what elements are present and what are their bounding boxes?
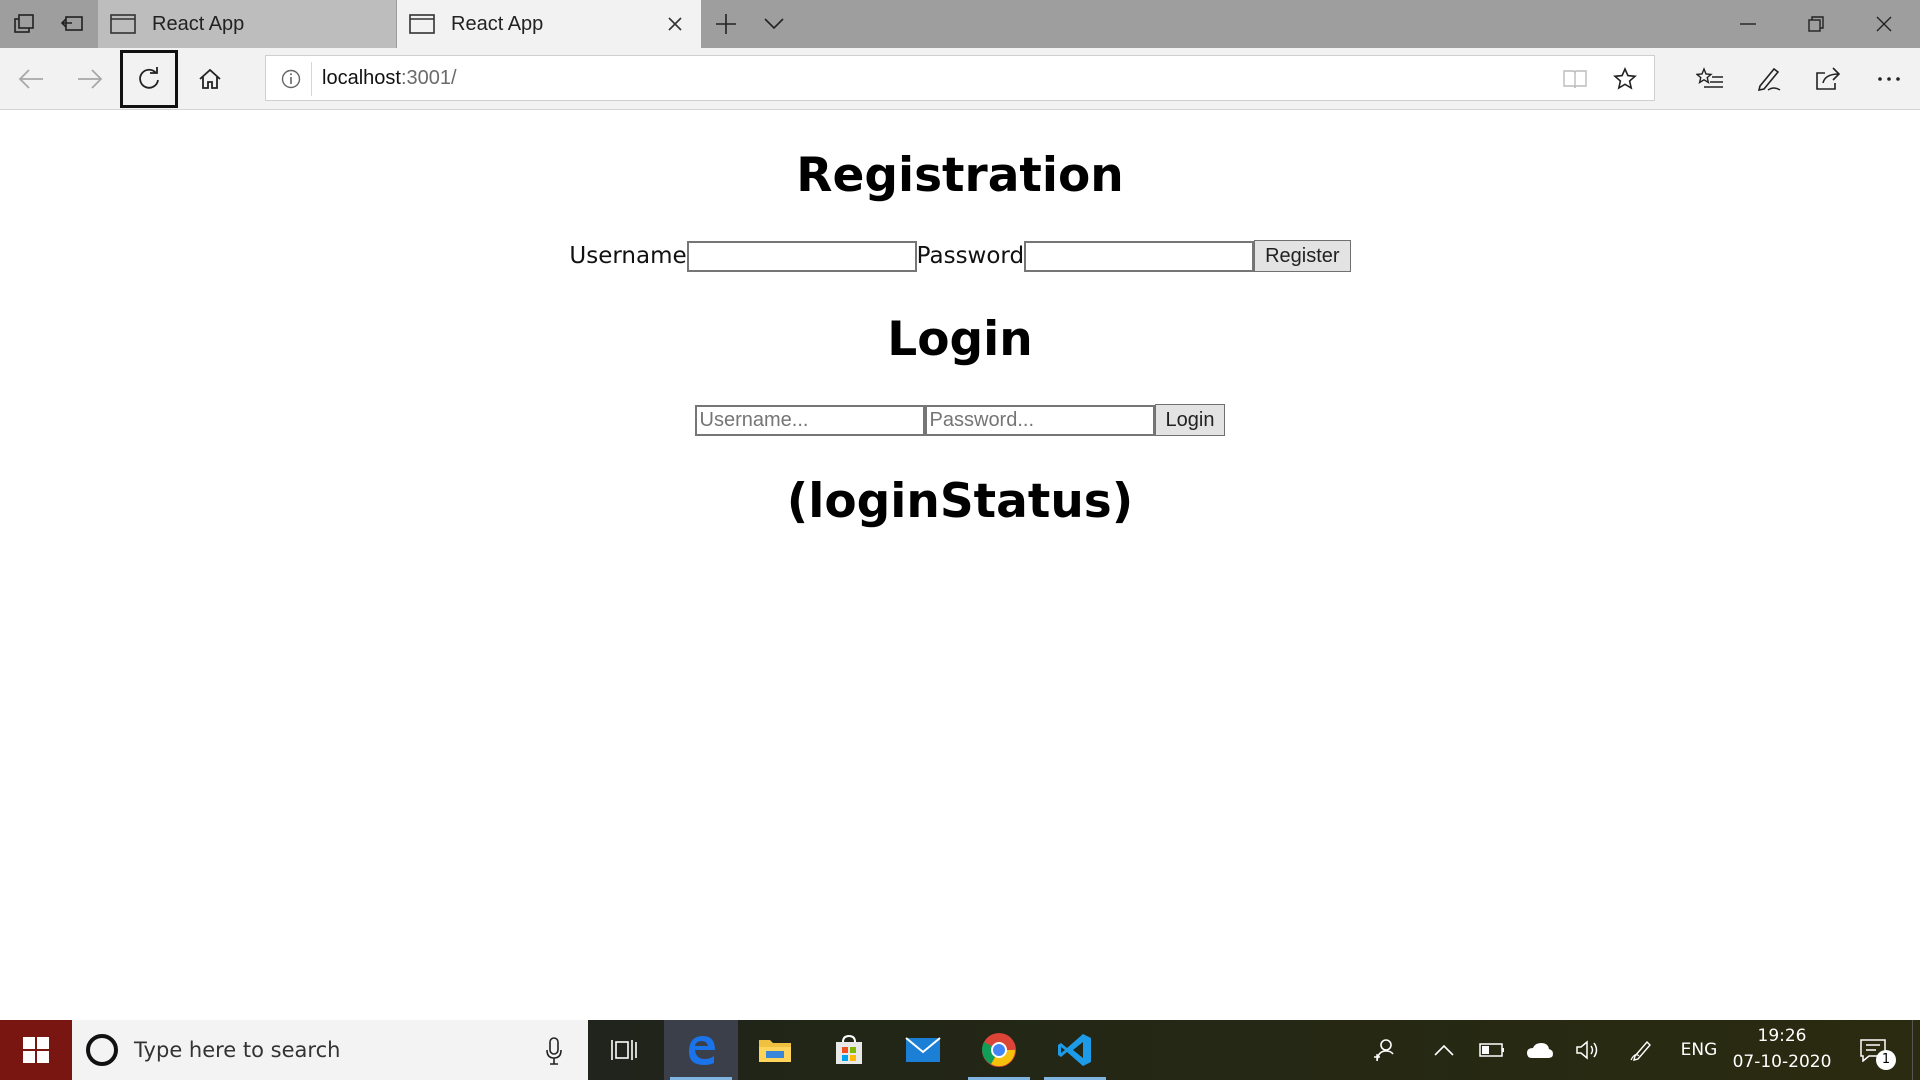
tab-title: React App [152, 12, 245, 35]
chrome-icon[interactable] [962, 1020, 1036, 1080]
page-icon [110, 14, 136, 34]
show-desktop-button[interactable] [1912, 1020, 1920, 1080]
address-separator [311, 62, 312, 96]
mail-icon[interactable] [886, 1020, 960, 1080]
cortana-circle-icon[interactable] [86, 1034, 118, 1066]
tab-react-app-2[interactable]: React App [397, 0, 701, 48]
vscode-icon[interactable] [1038, 1020, 1112, 1080]
file-explorer-icon[interactable] [738, 1020, 812, 1080]
minimize-window-icon[interactable] [1714, 0, 1782, 48]
task-view-icon[interactable] [588, 1020, 662, 1080]
restore-window-icon[interactable] [1782, 0, 1850, 48]
close-window-icon[interactable] [1850, 0, 1918, 48]
search-placeholder: Type here to search [134, 1038, 341, 1062]
login-form: Login [0, 404, 1920, 436]
reading-view-book-icon[interactable] [1560, 64, 1590, 94]
tab-title: React App [451, 12, 544, 35]
username-label: Username [569, 243, 687, 269]
windows-taskbar: Type here to search ENG 19:26 07-10-2020… [0, 1020, 1920, 1080]
registration-form: Username Password Register [0, 240, 1920, 272]
register-button[interactable]: Register [1254, 240, 1351, 272]
registration-heading: Registration [796, 148, 1124, 203]
language-indicator[interactable]: ENG [1674, 1020, 1724, 1080]
login-heading: Login [887, 312, 1033, 367]
taskbar-search-box[interactable]: Type here to search [72, 1020, 588, 1080]
url-path: :3001/ [400, 67, 457, 89]
tab-react-app-1[interactable]: React App [98, 0, 396, 48]
login-username-input[interactable] [694, 404, 925, 436]
action-center-notification-icon[interactable]: 1 [1846, 1020, 1900, 1080]
tabs-aside-icon[interactable] [0, 0, 48, 48]
notification-count-badge: 1 [1876, 1050, 1896, 1070]
refresh-icon[interactable] [120, 50, 178, 108]
login-button[interactable]: Login [1154, 404, 1226, 436]
notes-pen-icon[interactable] [1740, 50, 1798, 108]
url-host: localhost [322, 67, 401, 89]
close-tab-icon[interactable] [663, 12, 687, 36]
show-hidden-icons-chevron-up-icon[interactable] [1424, 1020, 1464, 1080]
home-icon[interactable] [181, 50, 239, 108]
registration-username-input[interactable] [686, 240, 917, 272]
tab-list-chevron-down-icon[interactable] [750, 0, 798, 48]
onedrive-cloud-icon[interactable] [1518, 1020, 1562, 1080]
more-ellipsis-icon[interactable] [1860, 50, 1918, 108]
login-status-heading: (loginStatus) [786, 474, 1134, 529]
browser-tab-strip: React App React App [0, 0, 1920, 48]
edge-icon[interactable] [664, 1020, 738, 1080]
store-icon[interactable] [812, 1020, 886, 1080]
battery-icon[interactable] [1472, 1020, 1512, 1080]
page-content: Registration Username Password Register … [0, 110, 1920, 1020]
back-arrow-icon[interactable] [2, 50, 60, 108]
favorites-list-icon[interactable] [1681, 50, 1739, 108]
microphone-icon[interactable] [540, 1036, 568, 1066]
url-text[interactable]: localhost:3001/ [322, 67, 457, 90]
pen-workspace-icon[interactable] [1622, 1020, 1662, 1080]
login-password-input[interactable] [924, 404, 1155, 436]
clock-time: 19:26 [1757, 1026, 1807, 1046]
people-icon[interactable] [1364, 1020, 1404, 1080]
volume-icon[interactable] [1568, 1020, 1608, 1080]
favorite-star-icon[interactable] [1610, 64, 1640, 94]
start-windows-icon[interactable] [0, 1020, 72, 1080]
clock-date: 07-10-2020 [1732, 1052, 1832, 1072]
address-bar[interactable]: localhost:3001/ [265, 55, 1655, 101]
info-icon[interactable] [278, 66, 304, 92]
page-icon [409, 14, 435, 34]
password-label: Password [916, 243, 1025, 269]
share-icon[interactable] [1799, 50, 1857, 108]
new-tab-icon[interactable] [702, 0, 750, 48]
browser-nav-bar: localhost:3001/ [0, 48, 1920, 110]
forward-arrow-icon[interactable] [61, 50, 119, 108]
registration-password-input[interactable] [1024, 240, 1255, 272]
taskbar-clock[interactable]: 19:26 07-10-2020 [1732, 1020, 1832, 1080]
restore-tabs-icon[interactable] [48, 0, 96, 48]
